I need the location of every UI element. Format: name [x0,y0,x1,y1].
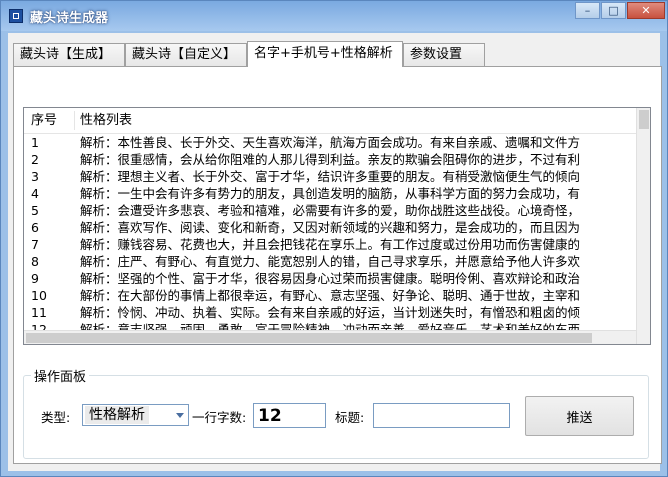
app-icon [9,9,23,23]
list-header: 序号 性格列表 [24,108,636,134]
type-dropdown[interactable]: 性格解析 [82,404,189,426]
row-text: 解析：很重感情，会从给你阻难的人那儿得到利益。亲友的欺骗会阻碍你的进步，不过有利 [80,152,581,167]
horizontal-scrollbar[interactable] [24,330,636,344]
row-number: 3 [31,169,39,184]
row-text: 解析：坚强的个性、富于才华，很容易因身心过荣而损害健康。聪明伶俐、喜欢辩论和政治 [80,271,581,286]
title-label: 标题: [335,410,365,425]
row-text: 解析：在大部份的事情上都很幸运，有野心、意志坚强、好争论、聪明、通于世故，主宰和 [80,288,581,303]
title-bar[interactable]: 藏头诗生成器 – □ ✕ [1,1,667,31]
row-number: 7 [31,237,39,252]
list-row[interactable]: 2 解析：很重感情，会从给你阻难的人那儿得到利益。亲友的欺骗会阻碍你的进步，不过有… [24,151,636,168]
tab-settings[interactable]: 参数设置 [403,43,485,66]
personality-list[interactable]: 序号 性格列表 1 解析：本性善良、长于外交、天生喜欢海洋，航海方面会成功。有来自… [23,107,651,345]
operation-panel-title: 操作面板 [31,366,90,385]
row-text: 解析：一生中会有许多有势力的朋友，具创造发明的脑筋，从事科学方面的努力会成功，有 [80,186,581,201]
row-number: 11 [31,305,47,320]
row-number: 6 [31,220,39,235]
vertical-scroll-thumb[interactable] [639,110,649,129]
row-number: 2 [31,152,39,167]
title-input[interactable] [373,403,510,428]
maximize-button[interactable]: □ [601,2,626,19]
list-row[interactable]: 3 解析：理想主义者、长于外交、富于才华，结识许多重要的朋友。有稍受激恼便生气的倾… [24,168,636,185]
row-text: 解析：本性善良、长于外交、天生喜欢海洋，航海方面会成功。有来自亲戚、遗嘱和文件方 [80,135,581,150]
horizontal-scroll-thumb[interactable] [26,333,592,343]
row-text: 解析：赚钱容易、花费也大，并且会把钱花在享乐上。有工作过度或过份用功而伤害健康的 [80,237,581,252]
close-button[interactable]: ✕ [627,2,665,19]
list-row[interactable]: 8 解析：庄严、有野心、有直觉力、能宽恕别人的错，自己寻求享乐，并愿意给予他人许多… [24,253,636,270]
row-text: 解析：喜欢写作、阅读、变化和新奇，又因对新领域的兴趣和努力，是会成功的，而且因为 [80,220,581,235]
list-row[interactable]: 7 解析：赚钱容易、花费也大，并且会把钱花在享乐上。有工作过度或过份用功而伤害健康… [24,236,636,253]
row-number: 4 [31,186,39,201]
list-rows: 1 解析：本性善良、长于外交、天生喜欢海洋，航海方面会成功。有来自亲戚、遗嘱和文件… [24,134,636,338]
row-text: 解析：庄严、有野心、有直觉力、能宽恕别人的错，自己寻求享乐，并愿意给予他人许多欢 [80,254,581,269]
row-number: 5 [31,203,39,218]
list-row[interactable]: 9 解析：坚强的个性、富于才华，很容易因身心过荣而损害健康。聪明伶俐、喜欢辩论和政… [24,270,636,287]
row-number: 10 [31,288,47,303]
type-selected-value: 性格解析 [85,406,149,424]
list-row[interactable]: 10 解析：在大部份的事情上都很幸运，有野心、意志坚强、好争论、聪明、通于世故，主… [24,287,636,304]
type-label: 类型: [41,410,71,425]
vertical-scrollbar[interactable] [636,108,650,344]
minimize-button[interactable]: – [575,2,600,19]
row-text: 解析：会遭受许多悲哀、考验和禧难，必需要有许多的爱，助你战胜这些战役。心境奇怪， [80,203,581,218]
app-window: 藏头诗生成器 – □ ✕ 藏头诗【生成】 藏头诗【自定义】 名字+手机号+性格解… [0,0,668,477]
send-button[interactable]: 推送 [525,396,634,436]
chars-per-line-label: 一行字数: [192,410,247,425]
row-number: 1 [31,135,39,150]
tab-acrostic-generate[interactable]: 藏头诗【生成】 [13,43,125,66]
chars-per-line-input[interactable] [253,403,326,428]
tab-acrostic-custom[interactable]: 藏头诗【自定义】 [125,43,247,66]
row-number: 8 [31,254,39,269]
column-header-number[interactable]: 序号 [31,108,57,133]
list-row[interactable]: 1 解析：本性善良、长于外交、天生喜欢海洋，航海方面会成功。有来自亲戚、遗嘱和文件… [24,134,636,151]
chevron-down-icon[interactable] [176,413,184,418]
tab-name-phone-personality[interactable]: 名字+手机号+性格解析 [247,41,403,67]
column-divider[interactable] [74,111,75,130]
row-text: 解析：怜悯、冲动、执着、实际。会有来自亲戚的好运，当计划迷失时，有憎恐和粗卤的倾 [80,305,581,320]
list-row[interactable]: 11 解析：怜悯、冲动、执着、实际。会有来自亲戚的好运，当计划迷失时，有憎恐和粗卤… [24,304,636,321]
row-number: 9 [31,271,39,286]
window-title: 藏头诗生成器 [30,11,109,26]
row-text: 解析：理想主义者、长于外交、富于才华，结识许多重要的朋友。有稍受激恼便生气的倾向 [80,169,581,184]
list-row[interactable]: 4 解析：一生中会有许多有势力的朋友，具创造发明的脑筋，从事科学方面的努力会成功，… [24,185,636,202]
list-row[interactable]: 6 解析：喜欢写作、阅读、变化和新奇，又因对新领域的兴趣和努力，是会成功的，而且因… [24,219,636,236]
column-header-personality[interactable]: 性格列表 [80,108,132,133]
list-row[interactable]: 5 解析：会遭受许多悲哀、考验和禧难，必需要有许多的爱，助你战胜这些战役。心境奇怪… [24,202,636,219]
